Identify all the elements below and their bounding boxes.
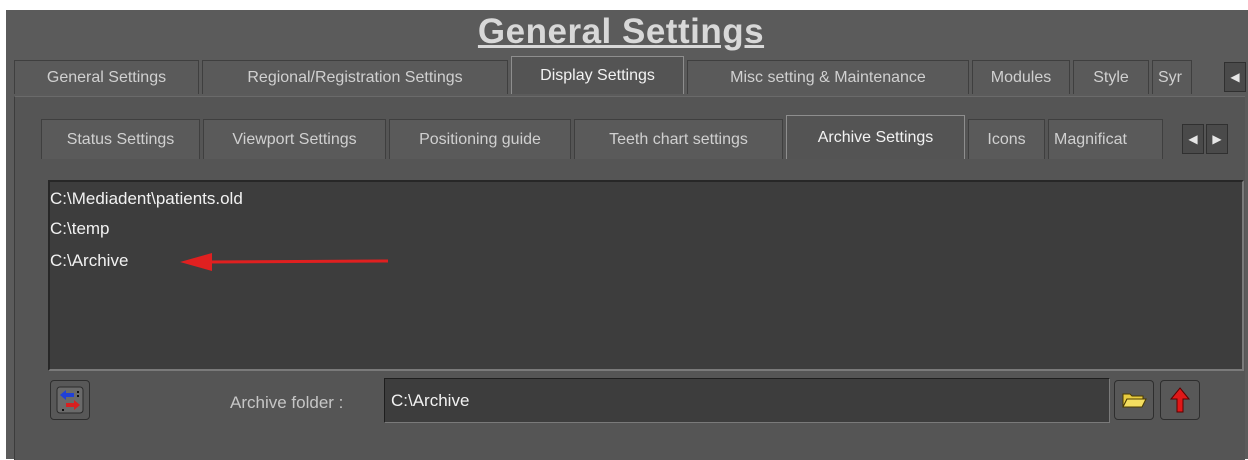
browse-folder-button[interactable] xyxy=(1114,380,1154,420)
folder-open-icon xyxy=(1122,393,1147,408)
tab-magnification-partial[interactable]: Magnificat xyxy=(1048,119,1163,159)
red-up-arrow-icon xyxy=(1169,387,1191,413)
tab-teeth-chart-settings[interactable]: Teeth chart settings xyxy=(574,119,783,159)
tab-style[interactable]: Style xyxy=(1073,60,1149,94)
list-item[interactable]: C:\Archive xyxy=(50,251,128,271)
tab-sync-partial[interactable]: Syr xyxy=(1152,60,1192,94)
tab-status-settings[interactable]: Status Settings xyxy=(41,119,200,159)
tab-positioning-guide[interactable]: Positioning guide xyxy=(389,119,571,159)
tab-modules[interactable]: Modules xyxy=(972,60,1070,94)
window-title: General Settings xyxy=(477,12,765,51)
list-item[interactable]: C:\Mediadent\patients.old xyxy=(50,189,243,209)
main-tabs-scroll-left-button[interactable]: ◀ xyxy=(1224,62,1246,92)
swap-arrows-icon xyxy=(56,386,84,414)
tab-icons[interactable]: Icons xyxy=(968,119,1045,159)
tab-viewport-settings[interactable]: Viewport Settings xyxy=(203,119,386,159)
tab-display-settings[interactable]: Display Settings xyxy=(511,56,684,94)
move-up-button[interactable] xyxy=(1160,380,1200,420)
tab-regional-registration-settings[interactable]: Regional/Registration Settings xyxy=(202,60,508,94)
tab-misc-setting-maintenance[interactable]: Misc setting & Maintenance xyxy=(687,60,969,94)
red-arrow-annotation xyxy=(180,253,389,271)
triangle-left-icon: ◀ xyxy=(1188,132,1198,146)
sub-tabs-scroll-right-button[interactable]: ▶ xyxy=(1206,124,1228,154)
main-tab-bar: General Settings Regional/Registration S… xyxy=(14,56,1195,94)
archive-folder-input[interactable] xyxy=(384,378,1110,423)
triangle-left-icon: ◀ xyxy=(1230,70,1240,84)
tab-archive-settings[interactable]: Archive Settings xyxy=(786,115,965,159)
sub-tabs-scroll-left-button[interactable]: ◀ xyxy=(1182,124,1204,154)
archive-folder-label: Archive folder : xyxy=(230,393,344,412)
sub-tab-bar: Status Settings Viewport Settings Positi… xyxy=(41,115,1166,159)
triangle-right-icon: ▶ xyxy=(1212,132,1222,146)
tab-general-settings[interactable]: General Settings xyxy=(14,60,199,94)
swap-button[interactable] xyxy=(50,380,90,420)
list-item[interactable]: C:\temp xyxy=(50,219,110,239)
